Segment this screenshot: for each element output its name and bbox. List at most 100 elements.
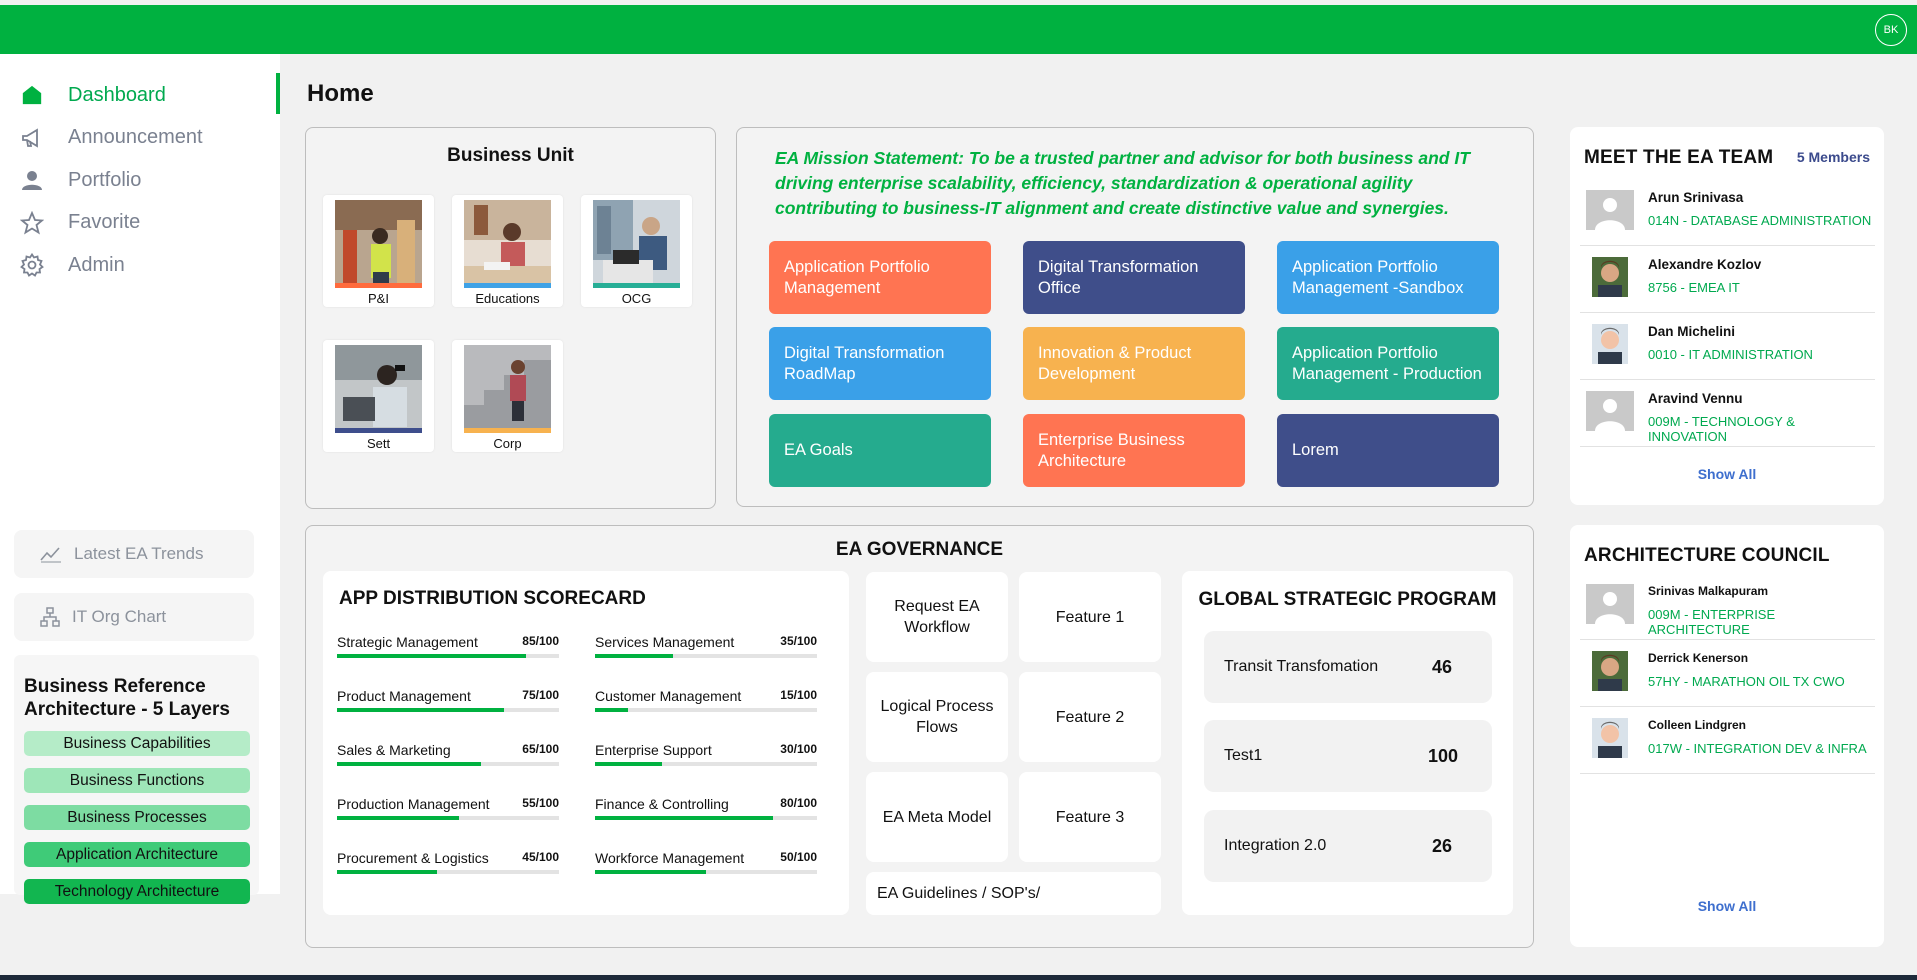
nav-label: Announcement	[68, 126, 203, 149]
metric-progress-fill	[337, 762, 482, 766]
feature-3-button[interactable]: Feature 3	[1019, 772, 1161, 862]
metric-name: Strategic Management	[337, 634, 478, 650]
tile-lorem[interactable]: Lorem	[1277, 414, 1499, 487]
trend-chart-icon	[40, 545, 62, 563]
gsp-item[interactable]: Integration 2.0 26	[1204, 810, 1492, 882]
bra-title: Business Reference Architecture - 5 Laye…	[24, 676, 230, 720]
metric-name: Enterprise Support	[595, 742, 712, 758]
business-unit-label: Sett	[366, 436, 391, 451]
metric-score: 75/100	[522, 688, 559, 702]
metric-name: Procurement & Logistics	[337, 850, 489, 866]
member-row[interactable]: Dan Michelini 0010 - IT ADMINISTRATION	[1580, 314, 1875, 380]
gsp-item[interactable]: Test1 100	[1204, 720, 1492, 792]
avatar-placeholder-icon	[1586, 190, 1634, 230]
business-unit-card-sett[interactable]: Sett	[323, 340, 434, 452]
metric-progress-fill	[337, 870, 437, 874]
member-row[interactable]: Colleen Lindgren 017W - INTEGRATION DEV &…	[1580, 708, 1875, 774]
business-unit-card-ocg[interactable]: OCG	[581, 195, 692, 307]
bra-layer-technology-architecture[interactable]: Technology Architecture	[24, 879, 250, 904]
feature-2-button[interactable]: Feature 2	[1019, 672, 1161, 762]
tile-ea-goals[interactable]: EA Goals	[769, 414, 991, 487]
tile-enterprise-business-architecture[interactable]: Enterprise Business Architecture	[1023, 414, 1245, 487]
member-row[interactable]: Aravind Vennu 009M - TECHNOLOGY & INNOVAT…	[1580, 381, 1875, 447]
nav-item-favorite[interactable]: Favorite	[18, 202, 203, 245]
business-unit-label: Educations	[475, 291, 540, 306]
bra-layer-business-processes[interactable]: Business Processes	[24, 805, 250, 830]
member-department: 009M - TECHNOLOGY & INNOVATION	[1648, 414, 1795, 444]
user-avatar[interactable]: BK	[1875, 14, 1907, 46]
business-unit-color-bar	[335, 283, 422, 288]
bra-layer-business-functions[interactable]: Business Functions	[24, 768, 250, 793]
architecture-council-panel: ARCHITECTURE COUNCIL Srinivas Malkapuram…	[1570, 525, 1884, 947]
scorecard-title: APP DISTRIBUTION SCORECARD	[339, 588, 646, 609]
metric-score: 45/100	[522, 850, 559, 864]
avatar-photo	[1592, 718, 1628, 758]
council-show-all-link[interactable]: Show All	[1570, 898, 1884, 914]
tile-digital-transformation-roadmap[interactable]: Digital Transformation RoadMap	[769, 327, 991, 400]
bra-layer-business-capabilities[interactable]: Business Capabilities	[24, 731, 250, 756]
tile-apm-production[interactable]: Application Portfolio Management - Produ…	[1277, 327, 1499, 400]
feature-1-button[interactable]: Feature 1	[1019, 572, 1161, 662]
nav-item-admin[interactable]: Admin	[18, 244, 203, 287]
member-row[interactable]: Alexandre Kozlov 8756 - EMEA IT	[1580, 247, 1875, 313]
metric-score: 30/100	[780, 742, 817, 756]
bra-layer-application-architecture[interactable]: Application Architecture	[24, 842, 250, 867]
metric-progress-track	[595, 654, 817, 658]
metric-score: 35/100	[780, 634, 817, 648]
gsp-item-label: Integration 2.0	[1224, 837, 1327, 854]
gsp-item-value: 26	[1431, 835, 1452, 856]
business-unit-color-bar	[593, 283, 680, 288]
member-row[interactable]: Arun Srinivasa 014N - DATABASE ADMINISTRA…	[1580, 180, 1875, 246]
logical-process-flows-button[interactable]: Logical Process Flows	[866, 672, 1008, 762]
business-unit-label: Corp	[493, 436, 522, 451]
nav-item-announcement[interactable]: Announcement	[18, 117, 203, 160]
member-name: Alexandre Kozlov	[1648, 257, 1762, 272]
business-unit-panel: Business Unit P&I Educations OCG Sett Co…	[305, 127, 716, 509]
org-chart-icon	[40, 607, 60, 627]
business-unit-color-bar	[464, 428, 551, 433]
metric-progress-fill	[595, 654, 673, 658]
nav-label: Portfolio	[68, 168, 142, 191]
tile-digital-transformation-office[interactable]: Digital Transformation Office	[1023, 241, 1245, 314]
user-icon	[18, 166, 46, 194]
business-unit-card-educations[interactable]: Educations	[452, 195, 563, 307]
megaphone-icon	[18, 124, 46, 152]
team-show-all-link[interactable]: Show All	[1570, 466, 1884, 482]
home-icon	[18, 81, 46, 109]
metric-progress-track	[337, 816, 559, 820]
page-title: Home	[307, 80, 374, 107]
tile-application-portfolio-management[interactable]: Application Portfolio Management	[769, 241, 991, 314]
sidebar-nav: Dashboard Announcement Portfolio Favorit…	[18, 74, 203, 287]
business-unit-label: P&I	[368, 291, 389, 306]
metric-progress-fill	[337, 708, 504, 712]
metric-name: Finance & Controlling	[595, 796, 729, 812]
metric-score: 15/100	[780, 688, 817, 702]
metric-progress-track	[337, 654, 559, 658]
it-org-chart-button[interactable]: IT Org Chart	[14, 593, 254, 641]
business-unit-card-corp[interactable]: Corp	[452, 340, 563, 452]
member-name: Aravind Vennu	[1648, 391, 1743, 406]
gsp-item-value: 100	[1427, 745, 1458, 766]
nav-item-portfolio[interactable]: Portfolio	[18, 159, 203, 202]
active-nav-indicator	[276, 73, 280, 114]
business-unit-color-bar	[464, 283, 551, 288]
gsp-item[interactable]: Transit Transfomation 46	[1204, 631, 1492, 703]
metric-progress-fill	[337, 816, 460, 820]
star-icon	[18, 209, 46, 237]
metric-progress-fill	[337, 654, 526, 658]
business-unit-card-pi[interactable]: P&I	[323, 195, 434, 307]
tile-innovation-product-development[interactable]: Innovation & Product Development	[1023, 327, 1245, 400]
ea-meta-model-button[interactable]: EA Meta Model	[866, 772, 1008, 862]
sidebar: Dashboard Announcement Portfolio Favorit…	[0, 54, 280, 904]
member-row[interactable]: Derrick Kenerson 57HY - MARATHON OIL TX C…	[1580, 641, 1875, 707]
latest-ea-trends-button[interactable]: Latest EA Trends	[14, 530, 254, 578]
nav-item-dashboard[interactable]: Dashboard	[18, 74, 203, 117]
member-row[interactable]: Srinivas Malkapuram 009M - ENTERPRISE ARC…	[1580, 574, 1875, 640]
team-title: MEET THE EA TEAM	[1584, 147, 1774, 168]
business-unit-title: Business Unit	[447, 145, 574, 166]
metric-progress-track	[595, 708, 817, 712]
request-ea-workflow-button[interactable]: Request EA Workflow	[866, 572, 1008, 662]
tile-apm-sandbox[interactable]: Application Portfolio Management -Sandbo…	[1277, 241, 1499, 314]
ea-guidelines-link[interactable]: EA Guidelines / SOP's/	[866, 872, 1161, 915]
meet-the-ea-team-panel: MEET THE EA TEAM 5 Members Arun Srinivas…	[1570, 127, 1884, 505]
